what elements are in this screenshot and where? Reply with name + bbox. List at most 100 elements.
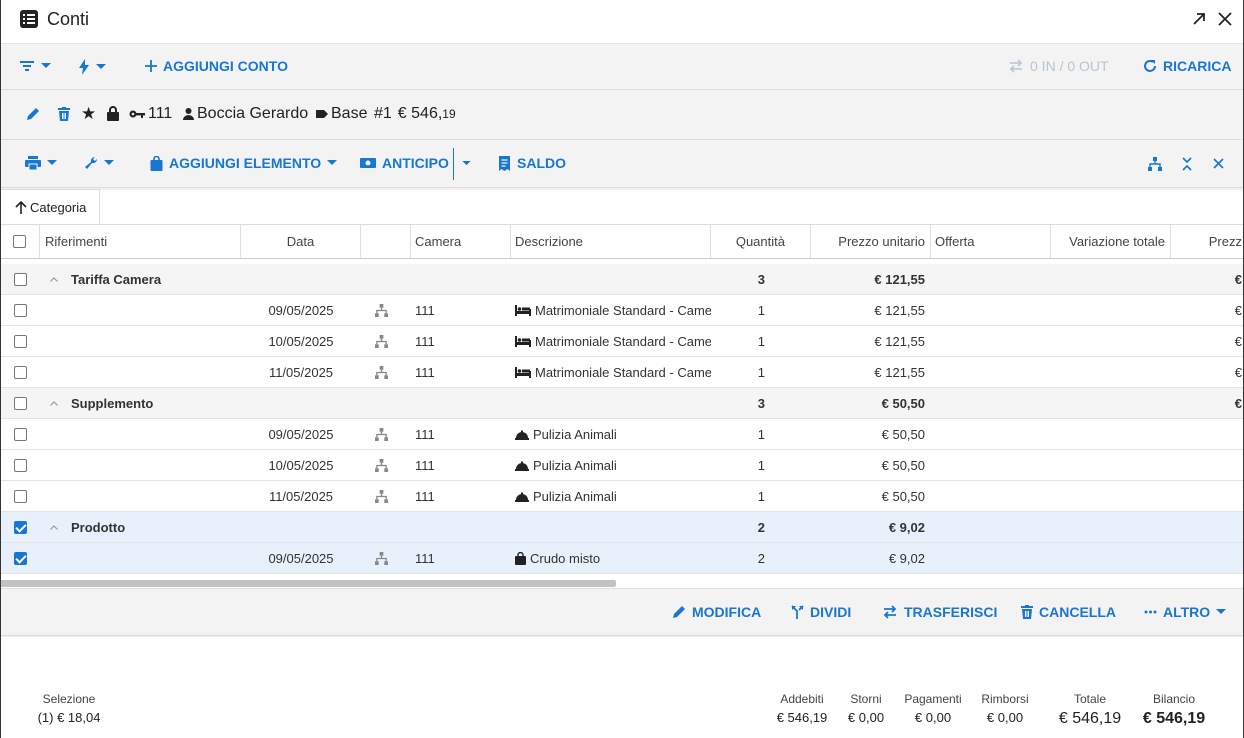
row-checkbox[interactable] [13, 272, 27, 286]
table-list-icon [20, 10, 38, 28]
close-window-icon[interactable] [1216, 10, 1234, 28]
row-checkbox[interactable] [13, 396, 27, 410]
row-checkbox-cell [0, 450, 40, 480]
row-checkbox-cell [0, 419, 40, 449]
advance-label: ANTICIPO [382, 155, 449, 171]
transfer-label: TRASFERISCI [904, 604, 998, 620]
collapse-group-icon[interactable] [50, 512, 70, 542]
advance-dropdown-button[interactable] [462, 161, 471, 166]
reload-button[interactable]: RICARICA [1143, 58, 1231, 74]
row-checkbox[interactable] [13, 303, 27, 317]
account-amount: #1 € 546,19 [374, 105, 456, 123]
col-offer[interactable]: Offerta [931, 225, 1051, 258]
col-qty[interactable]: Quantità [711, 225, 811, 258]
horizontal-scrollbar[interactable] [0, 580, 616, 587]
date-cell: 09/05/2025 [268, 550, 334, 566]
group-row[interactable]: Prodotto 2 € 9,02 [0, 512, 1244, 543]
date-cell: 09/05/2025 [268, 302, 334, 318]
row-checkbox[interactable] [13, 489, 27, 503]
select-all-checkbox[interactable] [13, 235, 26, 248]
table-row[interactable]: 09/05/2025 111 Matrimoniale Standard - Cam… [0, 295, 1244, 326]
row-checkbox[interactable] [13, 365, 27, 379]
row-checkbox[interactable] [13, 458, 27, 472]
collapse-group-icon[interactable] [50, 388, 70, 418]
unit-price-cell: € 121,55 [874, 333, 925, 349]
charges-value: € 546,19 [776, 710, 828, 725]
unit-price-cell: € 50,50 [881, 426, 925, 442]
selection-value: (1) € 18,04 [37, 710, 101, 725]
group-row[interactable]: Supplemento 3 € 50,50 € [0, 388, 1244, 419]
price-cell: € [1234, 364, 1242, 380]
more-button[interactable]: ALTRO [1144, 604, 1227, 620]
edit-button[interactable]: MODIFICA [672, 604, 761, 620]
table-row[interactable]: 09/05/2025 111 Pulizia Animali 1 € 50,50 [0, 419, 1244, 450]
group-price: € 121,55 [874, 271, 925, 287]
hierarchy-icon[interactable] [361, 295, 401, 325]
row-checkbox[interactable] [13, 520, 27, 534]
col-date[interactable]: Data [241, 225, 361, 258]
add-item-button[interactable]: AGGIUNGI ELEMENTO [150, 155, 338, 171]
rate-tag-label: Base [331, 105, 368, 122]
unit-price-cell: € 121,55 [874, 302, 925, 318]
quick-actions-button[interactable] [78, 59, 106, 75]
bed-icon [515, 366, 531, 378]
filter-menu-button[interactable] [19, 59, 51, 73]
collapse-group-icon[interactable] [50, 264, 70, 294]
close-icon[interactable] [1213, 158, 1224, 169]
reload-label: RICARICA [1163, 58, 1232, 74]
print-menu-button[interactable] [25, 156, 57, 170]
delete-button[interactable]: CANCELLA [1021, 604, 1116, 620]
plus-icon [145, 60, 157, 72]
table-row[interactable]: 6€ 2,00 [0, 574, 1244, 576]
printer-icon [25, 156, 41, 170]
advance-button[interactable]: ANTICIPO [360, 155, 449, 171]
table-row[interactable]: 11/05/2025 111 Matrimoniale Standard - Cam… [0, 357, 1244, 388]
star-icon[interactable]: ★ [81, 104, 96, 124]
col-room[interactable]: Camera [411, 225, 511, 258]
table-row[interactable]: 10/05/2025 111 Pulizia Animali 1 € 50,50 [0, 450, 1244, 481]
date-cell: 11/05/2025 [268, 364, 334, 380]
row-checkbox[interactable] [13, 334, 27, 348]
tools-menu-button[interactable] [84, 156, 114, 170]
hierarchy-icon[interactable] [361, 419, 401, 449]
transfer-button[interactable]: TRASFERISCI [882, 604, 997, 620]
description-cell: Pulizia Animali [511, 450, 711, 480]
table-row[interactable]: 09/05/2025 111 Crudo misto 2 € 9,02 [0, 543, 1244, 574]
refunds-value: € 0,00 [986, 710, 1024, 725]
col-description[interactable]: Descrizione [511, 225, 711, 258]
hierarchy-icon[interactable] [361, 357, 401, 387]
table-row[interactable]: 10/05/2025 111 Matrimoniale Standard - Cam… [0, 326, 1244, 357]
lock-icon[interactable] [107, 106, 119, 121]
grid-header: Riferimenti Data Camera Descrizione Quan… [0, 225, 1244, 259]
col-variation[interactable]: Variazione totale [1051, 225, 1171, 258]
description-text: Matrimoniale Standard - Came [535, 333, 711, 349]
hierarchy-icon[interactable] [1148, 157, 1162, 171]
col-unit-price[interactable]: Prezzo unitario [811, 225, 931, 258]
hierarchy-icon[interactable] [361, 543, 401, 573]
split-divider [453, 148, 454, 180]
group-qty: 2 [757, 519, 765, 535]
hierarchy-icon[interactable] [361, 450, 401, 480]
group-by-chip[interactable]: Categoria [0, 189, 100, 224]
split-label: DIVIDI [810, 604, 852, 620]
col-refs[interactable]: Riferimenti [40, 225, 241, 258]
row-checkbox[interactable] [13, 551, 27, 565]
table-row[interactable]: 11/05/2025 111 Pulizia Animali 1 € 50,50 [0, 481, 1244, 512]
room-cell: 111 [415, 364, 435, 380]
row-checkbox[interactable] [13, 427, 27, 441]
unit-price-cell: € 2,00 [811, 574, 931, 576]
col-price[interactable]: Prezz [1171, 225, 1244, 258]
group-label: Tariffa Camera [71, 271, 162, 287]
trash-icon[interactable] [58, 107, 70, 121]
split-button[interactable]: DIVIDI [791, 604, 851, 620]
pencil-icon[interactable] [26, 107, 40, 121]
hierarchy-icon[interactable] [361, 481, 401, 511]
row-checkbox-cell [0, 481, 40, 511]
add-account-button[interactable]: AGGIUNGI CONTO [145, 58, 288, 74]
balance-button[interactable]: SALDO [498, 155, 566, 171]
service-bell-icon [515, 460, 529, 471]
expand-window-icon[interactable] [1190, 10, 1208, 28]
group-row[interactable]: Tariffa Camera 3 € 121,55 € [0, 264, 1244, 295]
hierarchy-icon[interactable] [361, 326, 401, 356]
collapse-all-icon[interactable] [1182, 157, 1192, 171]
